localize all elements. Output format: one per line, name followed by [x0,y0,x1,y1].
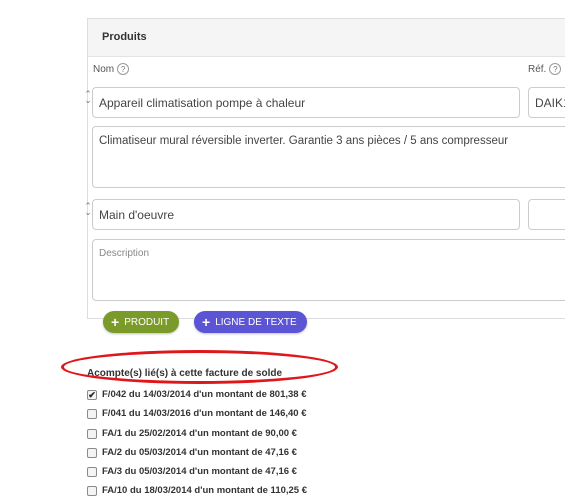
help-icon[interactable]: ? [549,63,562,75]
panel-title: Produits [102,31,147,43]
acompte-label: FA/1 du 25/02/2014 d'un montant de 90,00… [102,428,297,439]
drag-handle-icon[interactable]: ⌃ ⌄ [84,90,92,113]
ref-column-label: Réf. ? [528,63,562,75]
add-product-label: PRODUIT [124,316,170,328]
checkbox[interactable]: ✔ [87,389,97,400]
acompte-label: FA/3 du 05/03/2014 d'un montant de 47,16… [102,466,297,477]
acompte-label: FA/2 du 05/03/2014 d'un montant de 47,16… [102,447,297,458]
acompte-item[interactable]: F/041 du 14/03/2016 d'un montant de 146,… [87,407,306,420]
name-column-text: Nom [93,63,115,75]
add-text-line-label: LIGNE DE TEXTE [215,316,297,328]
checkbox[interactable] [87,485,97,496]
checkbox[interactable] [87,447,97,458]
line-ref-input[interactable]: DAIK1 [528,87,565,118]
add-product-button[interactable]: + PRODUIT [103,311,180,333]
help-icon[interactable]: ? [117,63,130,75]
checkbox[interactable] [87,466,97,477]
name-column-label: Nom ? [93,63,130,75]
checkbox[interactable] [87,428,97,439]
acompte-label: F/041 du 14/03/2016 d'un montant de 146,… [102,408,307,419]
checkbox[interactable] [87,408,97,419]
acompte-item[interactable]: ✔ F/042 du 14/03/2014 d'un montant de 80… [87,388,306,401]
line-description-textarea[interactable]: Climatiseur mural réversible inverter. G… [92,126,565,188]
panel-header: Produits [88,19,565,57]
plus-icon: + [111,314,120,330]
acompte-item[interactable]: FA/3 du 05/03/2014 d'un montant de 47,16… [87,465,297,478]
acompte-item[interactable]: FA/2 du 05/03/2014 d'un montant de 47,16… [87,446,297,459]
add-text-line-button[interactable]: + LIGNE DE TEXTE [194,311,307,333]
line-ref-input[interactable] [528,199,565,230]
line-description-textarea[interactable]: Description [92,239,565,301]
line-name-input[interactable]: Appareil climatisation pompe à chaleur [92,87,520,118]
acompte-label: FA/10 du 18/03/2014 d'un montant de 110,… [102,485,308,496]
ref-column-text: Réf. [528,63,547,75]
drag-handle-icon[interactable]: ⌃ ⌄ [84,202,92,225]
acompte-item[interactable]: FA/10 du 18/03/2014 d'un montant de 110,… [87,484,307,497]
red-circle-annotation [61,350,338,384]
plus-icon: + [202,314,211,330]
acompte-item[interactable]: FA/1 du 25/02/2014 d'un montant de 90,00… [87,427,297,440]
acompte-label: F/042 du 14/03/2014 d'un montant de 801,… [102,389,307,400]
line-name-input[interactable]: Main d'oeuvre [92,199,520,230]
